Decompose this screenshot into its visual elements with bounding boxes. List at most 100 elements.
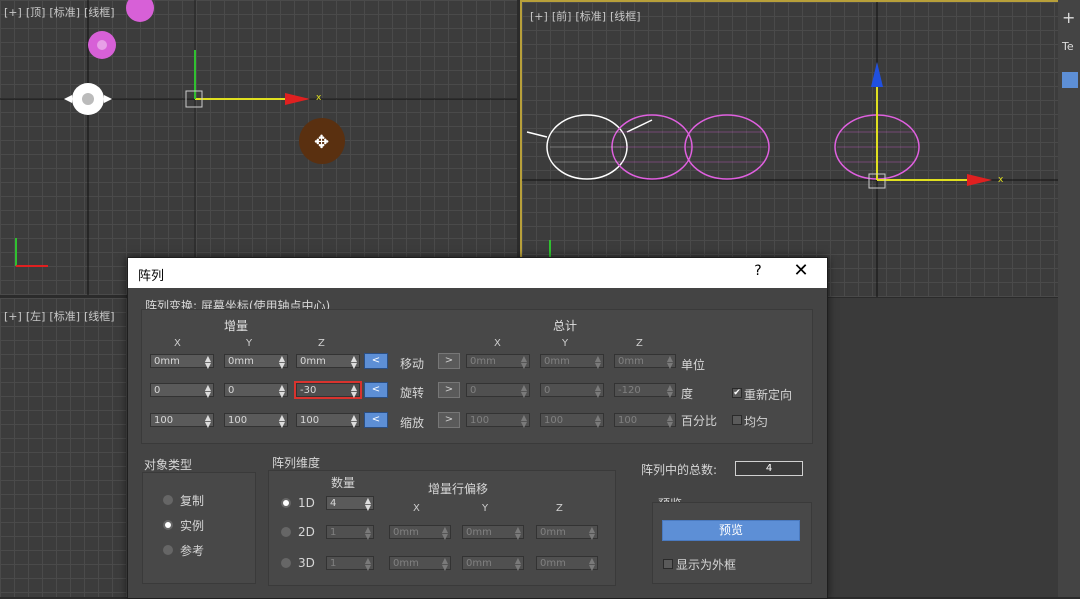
copy-label: 复制	[180, 494, 205, 508]
move-tot-z[interactable]: 0mm ▲ ▼	[614, 354, 676, 370]
viewport-front[interactable]: [+] [前] [标准] [线框] x	[520, 0, 1060, 297]
panel-tab-label[interactable]: Te	[1062, 40, 1074, 53]
move-left-arrow-button[interactable]: <	[364, 353, 388, 369]
spinner-arrows-icon[interactable]: ▲ ▼	[365, 497, 371, 512]
spinner-arrows-icon[interactable]: ▲ ▼	[521, 414, 527, 429]
dim-1d-radio[interactable]	[281, 498, 291, 508]
instance-radio[interactable]	[163, 520, 173, 530]
spinner-arrows-icon[interactable]: ▲ ▼	[515, 557, 521, 572]
spinner-arrows-icon[interactable]: ▲ ▼	[351, 414, 357, 429]
spinner-arrows-icon[interactable]: ▲ ▼	[279, 355, 285, 370]
rotate-left-arrow-button[interactable]: <	[364, 382, 388, 398]
spinner-arrows-icon[interactable]: ▲ ▼	[279, 384, 285, 399]
spinner-arrows-icon[interactable]: ▲ ▼	[279, 414, 285, 429]
dim-3d-radio[interactable]	[281, 558, 291, 568]
spinner-arrows-icon[interactable]: ▲ ▼	[521, 384, 527, 399]
viewport-left-label[interactable]: [+] [左] [标准] [线框]	[4, 308, 119, 324]
show-box-checkbox[interactable]	[663, 559, 673, 569]
spinner-arrows-icon[interactable]: ▲ ▼	[365, 526, 371, 541]
dim-3d-offset-y[interactable]: 0mm ▲ ▼	[462, 556, 524, 572]
instance-label: 实例	[180, 519, 205, 533]
total-in-array-value: 4	[735, 461, 803, 476]
tot-axis-z: Z	[636, 338, 643, 349]
scale-right-arrow-button[interactable]: >	[438, 412, 460, 428]
dim-2d-radio[interactable]	[281, 527, 291, 537]
object-type-title: 对象类型	[144, 458, 193, 472]
move-inc-z[interactable]: 0mm ▲ ▼	[296, 354, 360, 370]
rotate-tot-z[interactable]: -120 ▲ ▼	[614, 383, 676, 399]
increment-header: 增量	[224, 319, 249, 333]
svg-text:x: x	[316, 93, 322, 103]
dim-3d-offset-x[interactable]: 0mm ▲ ▼	[389, 556, 451, 572]
svg-text:✥: ✥	[314, 132, 329, 153]
spinner-arrows-icon[interactable]: ▲ ▼	[595, 384, 601, 399]
dim-3d-count[interactable]: 1 ▲ ▼	[326, 556, 374, 572]
spinner-arrows-icon[interactable]: ▲ ▼	[442, 557, 448, 572]
svg-text:x: x	[998, 175, 1004, 185]
spinner-arrows-icon[interactable]: ▲ ▼	[667, 384, 673, 399]
viewport-front-scene: x	[522, 2, 1060, 297]
move-inc-x[interactable]: 0mm ▲ ▼	[150, 354, 214, 370]
move-right-arrow-button[interactable]: >	[438, 353, 460, 369]
total-in-array-label: 阵列中的总数:	[641, 463, 718, 477]
rotate-right-arrow-button[interactable]: >	[438, 382, 460, 398]
dialog-titlebar[interactable]: 阵列 ? ✕	[128, 258, 827, 288]
spinner-arrows-icon[interactable]: ▲ ▼	[667, 355, 673, 370]
rotate-inc-y[interactable]: 0 ▲ ▼	[224, 383, 288, 399]
viewport-top-scene: x ✥	[0, 0, 517, 295]
rotate-tot-x[interactable]: 0 ▲ ▼	[466, 383, 530, 399]
spinner-arrows-icon[interactable]: ▲ ▼	[595, 355, 601, 370]
dim-3d-label: 3D	[298, 556, 315, 570]
dim-1d-label: 1D	[298, 496, 315, 510]
scale-tot-x[interactable]: 100 ▲ ▼	[466, 413, 530, 429]
help-icon[interactable]: ?	[748, 263, 768, 279]
rotate-unit-label: 度	[681, 387, 694, 401]
scale-left-arrow-button[interactable]: <	[364, 412, 388, 428]
spinner-arrows-icon[interactable]: ▲ ▼	[351, 355, 357, 370]
scale-inc-x[interactable]: 100 ▲ ▼	[150, 413, 214, 429]
plus-icon[interactable]: +	[1062, 8, 1075, 27]
copy-radio[interactable]	[163, 495, 173, 505]
rotate-inc-z[interactable]: -30 ▲ ▼	[294, 381, 362, 399]
scale-tot-z[interactable]: 100 ▲ ▼	[614, 413, 676, 429]
spinner-arrows-icon[interactable]: ▲ ▼	[365, 557, 371, 572]
dim-2d-offset-y[interactable]: 0mm ▲ ▼	[462, 525, 524, 541]
inc-axis-z: Z	[318, 338, 325, 349]
scale-tot-y[interactable]: 100 ▲ ▼	[540, 413, 604, 429]
spinner-arrows-icon[interactable]: ▲ ▼	[589, 557, 595, 572]
reference-radio[interactable]	[163, 545, 173, 555]
spinner-arrows-icon[interactable]: ▲ ▼	[205, 384, 211, 399]
move-tot-y[interactable]: 0mm ▲ ▼	[540, 354, 604, 370]
reorient-checkbox[interactable]: ✔	[732, 388, 742, 398]
move-tot-x[interactable]: 0mm ▲ ▼	[466, 354, 530, 370]
rotate-inc-x[interactable]: 0 ▲ ▼	[150, 383, 214, 399]
spinner-arrows-icon[interactable]: ▲ ▼	[205, 414, 211, 429]
spinner-arrows-icon[interactable]: ▲ ▼	[205, 355, 211, 370]
panel-blue-tab[interactable]	[1062, 72, 1078, 88]
scale-inc-z[interactable]: 100 ▲ ▼	[296, 413, 360, 429]
array-dialog: 阵列 ? ✕ 阵列变换: 屏幕坐标(使用轴点中心) 增量 总计 X Y Z X …	[127, 257, 828, 599]
close-icon[interactable]: ✕	[788, 260, 814, 281]
spinner-arrows-icon[interactable]: ▲ ▼	[351, 384, 357, 399]
dim-2d-count[interactable]: 1 ▲ ▼	[326, 525, 374, 541]
rotate-tot-y[interactable]: 0 ▲ ▼	[540, 383, 604, 399]
spinner-arrows-icon[interactable]: ▲ ▼	[589, 526, 595, 541]
uniform-checkbox[interactable]	[732, 415, 742, 425]
move-inc-y[interactable]: 0mm ▲ ▼	[224, 354, 288, 370]
preview-button[interactable]: 预览	[662, 520, 800, 541]
dim-2d-offset-z[interactable]: 0mm ▲ ▼	[536, 525, 598, 541]
dim-2d-offset-x[interactable]: 0mm ▲ ▼	[389, 525, 451, 541]
scale-inc-y[interactable]: 100 ▲ ▼	[224, 413, 288, 429]
spinner-arrows-icon[interactable]: ▲ ▼	[521, 355, 527, 370]
reorient-label: 重新定向	[744, 388, 793, 402]
spinner-arrows-icon[interactable]: ▲ ▼	[515, 526, 521, 541]
tot-axis-x: X	[494, 338, 501, 349]
spinner-arrows-icon[interactable]: ▲ ▼	[667, 414, 673, 429]
uniform-label: 均匀	[744, 415, 769, 429]
viewport-top[interactable]: [+] [顶] [标准] [线框] x ✥	[0, 0, 517, 295]
dim-1d-count[interactable]: 4 ▲ ▼	[326, 496, 374, 512]
spinner-arrows-icon[interactable]: ▲ ▼	[595, 414, 601, 429]
inc-axis-y: Y	[246, 338, 253, 349]
dim-3d-offset-z[interactable]: 0mm ▲ ▼	[536, 556, 598, 572]
spinner-arrows-icon[interactable]: ▲ ▼	[442, 526, 448, 541]
